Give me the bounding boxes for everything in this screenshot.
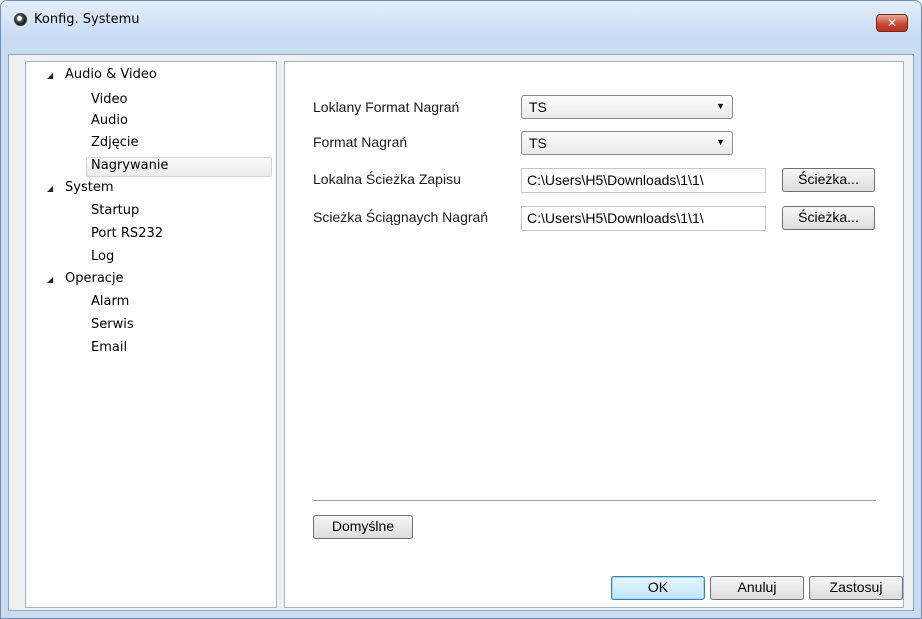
expanded-caret-icon[interactable]: ◢ xyxy=(47,275,53,284)
expanded-caret-icon[interactable]: ◢ xyxy=(47,184,53,193)
tree-group-audio-video[interactable]: Audio & Video xyxy=(65,65,157,85)
app-icon xyxy=(14,13,27,26)
close-icon: ✕ xyxy=(886,16,898,30)
format-select[interactable]: TS ▼ xyxy=(521,131,733,155)
tree-item-nagrywanie[interactable]: Nagrywanie xyxy=(91,156,168,176)
local-path-field[interactable]: C:\Users\H5\Downloads\1\1\ xyxy=(521,168,766,193)
download-path-browse-button[interactable]: Ścieżka... xyxy=(782,206,875,230)
settings-tree xyxy=(25,61,277,608)
format-value: TS xyxy=(529,135,547,151)
apply-button[interactable]: Zastosuj xyxy=(809,576,903,600)
local-format-label: Loklany Format Nagrań xyxy=(313,99,460,115)
ok-button[interactable]: OK xyxy=(611,576,705,600)
tree-item-startup[interactable]: Startup xyxy=(91,201,139,221)
tree-item-alarm[interactable]: Alarm xyxy=(91,292,129,312)
tree-item-log[interactable]: Log xyxy=(91,247,114,267)
title-bar[interactable]: Konfig. Systemu ✕ xyxy=(1,1,921,41)
tree-item-email[interactable]: Email xyxy=(91,338,127,358)
chevron-down-icon: ▼ xyxy=(716,137,725,147)
tree-item-serwis[interactable]: Serwis xyxy=(91,315,134,335)
local-format-select[interactable]: TS ▼ xyxy=(521,95,733,119)
expanded-caret-icon[interactable]: ◢ xyxy=(47,71,53,80)
tree-item-video[interactable]: Video xyxy=(91,90,127,110)
window-title: Konfig. Systemu xyxy=(34,12,140,27)
defaults-button[interactable]: Domyślne xyxy=(313,515,413,539)
tree-item-port-rs232[interactable]: Port RS232 xyxy=(91,224,163,244)
chevron-down-icon: ▼ xyxy=(716,101,725,111)
cancel-button[interactable]: Anuluj xyxy=(710,576,804,600)
panel-divider xyxy=(313,500,876,501)
local-format-value: TS xyxy=(529,99,547,115)
download-path-label: Scieżka Ściągnaych Nagrań xyxy=(313,209,489,225)
tree-item-zdjecie[interactable]: Zdjęcie xyxy=(91,133,139,153)
tree-group-system[interactable]: System xyxy=(65,178,113,198)
local-path-browse-button[interactable]: Ścieżka... xyxy=(782,168,875,192)
close-button[interactable]: ✕ xyxy=(876,14,908,32)
tree-group-operacje[interactable]: Operacje xyxy=(65,269,124,289)
download-path-field[interactable]: C:\Users\H5\Downloads\1\1\ xyxy=(521,206,766,231)
tree-item-audio[interactable]: Audio xyxy=(91,111,128,131)
local-path-label: Lokalna Ścieżka Zapisu xyxy=(313,171,461,187)
format-label: Format Nagrań xyxy=(313,134,408,150)
